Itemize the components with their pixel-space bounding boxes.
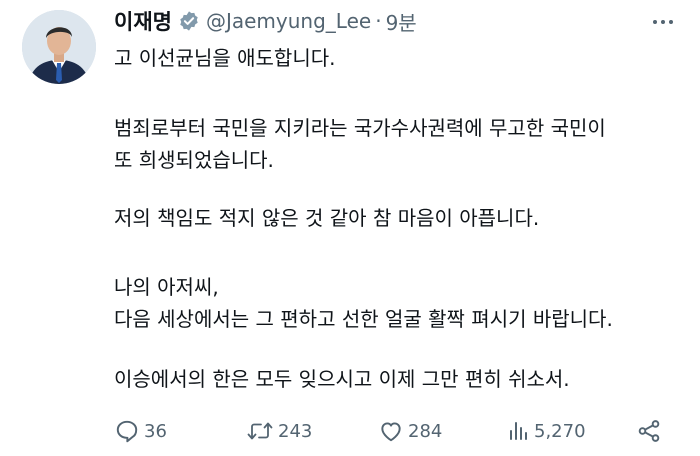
tweet-text-line: 범죄로부터 국민을 지키라는 국가수사권력에 무고한 국민이	[114, 116, 606, 140]
timestamp[interactable]: 9분	[386, 7, 417, 36]
share-icon	[636, 418, 662, 444]
retweet-count: 243	[278, 420, 313, 442]
views-button[interactable]: 5,270	[506, 416, 586, 446]
reply-count: 36	[144, 420, 167, 442]
tweet-header: 이재명 @Jaemyung_Lee · 9분	[114, 6, 417, 36]
tweet-text-line: 고 이선균님을 애도합니다.	[114, 46, 336, 70]
avatar-image	[22, 10, 96, 84]
heart-icon	[378, 418, 404, 444]
tweet-text-line: 저의 책임도 적지 않은 것 같아 참 마음이 아픕니다.	[114, 206, 540, 230]
retweet-button[interactable]: 243	[246, 416, 312, 446]
views-icon	[506, 418, 530, 444]
avatar[interactable]	[22, 10, 96, 84]
share-button[interactable]	[636, 416, 662, 446]
tweet-text-line: 나의 아저씨,	[114, 275, 219, 299]
reply-button[interactable]: 36	[114, 416, 167, 446]
tweet[interactable]: 이재명 @Jaemyung_Lee · 9분 고 이선균님을 애도합니다. 범죄…	[0, 0, 700, 456]
author-name[interactable]: 이재명	[114, 6, 172, 36]
separator-dot: ·	[375, 9, 382, 33]
tweet-text-line: 이승에서의 한은 모두 잊으시고 이제 그만 편히 쉬소서.	[114, 367, 570, 391]
tweet-text-line: 다음 세상에서는 그 편하고 선한 얼굴 활짝 펴시기 바랍니다.	[114, 307, 613, 331]
author-handle[interactable]: @Jaemyung_Lee	[206, 9, 371, 33]
tweet-text-line: 또 희생되었습니다.	[114, 148, 274, 172]
retweet-icon	[246, 418, 274, 444]
verified-badge-icon	[178, 10, 200, 32]
views-count: 5,270	[534, 420, 586, 442]
like-count: 284	[408, 420, 443, 442]
reply-icon	[114, 418, 140, 444]
tweet-actions: 36 243 284 5,270	[114, 416, 674, 446]
like-button[interactable]: 284	[378, 416, 442, 446]
more-options-icon[interactable]	[648, 10, 678, 34]
